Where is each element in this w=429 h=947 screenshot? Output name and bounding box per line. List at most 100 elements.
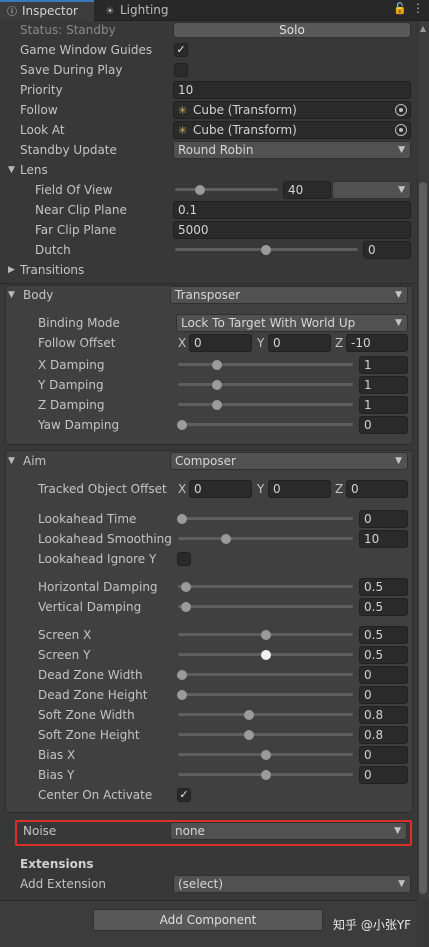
follow-value: Cube (Transform) [193,103,297,117]
soft-zone-width-field[interactable]: 0.8 [359,706,408,724]
screen-x-field[interactable]: 0.5 [359,626,408,644]
lookahead-smoothing-slider-track[interactable] [178,537,353,540]
lookahead-smoothing-slider-thumb[interactable] [221,534,231,544]
add-component-button[interactable]: Add Component [93,909,323,931]
z-damping-slider-thumb[interactable] [212,400,222,410]
dead-zone-height-slider-track[interactable] [178,693,353,696]
body-foldout-arrow-icon[interactable]: ▼ [8,286,15,304]
x-damping-field[interactable]: 1 [359,356,408,374]
yaw-damping-slider-track[interactable] [178,423,353,426]
dead-zone-width-slider-track[interactable] [178,673,353,676]
vertical-damping-field[interactable]: 0.5 [359,598,408,616]
tracked-offset-y-field[interactable]: 0 [268,480,331,498]
fov-mode-dropdown[interactable]: ▼ [332,181,411,199]
dead-zone-width-slider-thumb[interactable] [177,670,187,680]
yaw-damping-field[interactable]: 0 [359,416,408,434]
z-damping-field[interactable]: 1 [359,396,408,414]
lens-label[interactable]: Lens [20,161,48,179]
aim-dropdown[interactable]: Composer ▼ [170,452,408,470]
dutch-slider-thumb[interactable] [261,245,271,255]
lookahead-ignore-y-checkbox[interactable] [177,552,191,566]
lookahead-time-field[interactable]: 0 [359,510,408,528]
look-at-object-field[interactable]: ✳ Cube (Transform) [173,121,411,139]
add-extension-dropdown[interactable]: (select) ▼ [173,875,411,893]
noise-dropdown[interactable]: none ▼ [170,822,407,840]
dead-zone-width-field[interactable]: 0 [359,666,408,684]
follow-offset-z-field[interactable]: -10 [346,334,408,352]
lookahead-time-slider-thumb[interactable] [177,514,187,524]
x-damping-slider-thumb[interactable] [212,360,222,370]
soft-zone-width-slider-thumb[interactable] [244,710,254,720]
center-on-activate-checkbox[interactable]: ✓ [177,788,191,802]
kebab-menu-icon[interactable]: ⋮ [412,1,424,15]
y-damping-slider-thumb[interactable] [212,380,222,390]
object-picker-icon[interactable] [395,124,407,136]
scroll-up-arrow-icon[interactable]: ▲ [418,24,428,33]
z-damping-slider-track[interactable] [178,403,353,406]
priority-field[interactable]: 10 [173,81,411,99]
body-dropdown[interactable]: Transposer ▼ [170,286,408,304]
bias-y-field[interactable]: 0 [359,766,408,784]
aim-label[interactable]: Aim [23,452,46,470]
y-damping-field[interactable]: 1 [359,376,408,394]
game-window-guides-checkbox[interactable]: ✓ [174,43,188,57]
scrollbar-thumb[interactable] [419,182,427,894]
chevron-down-icon: ▼ [398,185,405,195]
dead-zone-height-field[interactable]: 0 [359,686,408,704]
vertical-damping-slider-track[interactable] [178,605,353,608]
tracked-offset-z-field[interactable]: 0 [346,480,408,498]
watermark: 知乎 @小张YF [333,918,412,932]
save-during-play-checkbox[interactable] [174,63,188,77]
bias-x-slider-thumb[interactable] [261,750,271,760]
object-picker-icon[interactable] [395,104,407,116]
standby-update-dropdown[interactable]: Round Robin ▼ [173,141,411,159]
follow-offset-y-field[interactable]: 0 [268,334,331,352]
near-clip-label: Near Clip Plane [35,203,127,217]
fov-slider-track[interactable] [175,188,278,191]
fov-field[interactable]: 40 [283,181,331,199]
horizontal-damping-slider-track[interactable] [178,585,353,588]
screen-x-slider-thumb[interactable] [261,630,271,640]
add-extension-label: Add Extension [20,877,106,891]
y-damping-slider-track[interactable] [178,383,353,386]
yaw-damping-slider-thumb[interactable] [177,420,187,430]
bias-x-field[interactable]: 0 [359,746,408,764]
lookahead-time-slider-track[interactable] [178,517,353,520]
soft-zone-width-slider-track[interactable] [178,713,353,716]
far-clip-field[interactable]: 5000 [173,221,411,239]
standby-update-value: Round Robin [178,143,254,157]
horizontal-damping-field[interactable]: 0.5 [359,578,408,596]
transform-icon: ✳ [178,104,188,117]
tab-inspector[interactable]: ⓘ Inspector [0,0,94,21]
lookahead-smoothing-field[interactable]: 10 [359,530,408,548]
bias-y-label: Bias Y [38,768,75,782]
tracked-offset-x-field[interactable]: 0 [189,480,252,498]
binding-mode-dropdown[interactable]: Lock To Target With World Up ▼ [176,314,408,332]
tab-lighting[interactable]: ☀ Lighting [98,0,208,21]
bias-y-slider-thumb[interactable] [261,770,271,780]
follow-offset-x-field[interactable]: 0 [189,334,252,352]
soft-zone-height-slider-thumb[interactable] [244,730,254,740]
body-label[interactable]: Body [23,286,53,304]
vertical-damping-slider-thumb[interactable] [181,602,191,612]
near-clip-field[interactable]: 0.1 [173,201,411,219]
solo-button[interactable]: Solo [173,22,411,38]
fov-slider-thumb[interactable] [195,185,205,195]
checkmark-icon: ✓ [179,788,189,801]
dead-zone-height-slider-thumb[interactable] [177,690,187,700]
soft-zone-height-field[interactable]: 0.8 [359,726,408,744]
horizontal-damping-slider-thumb[interactable] [181,582,191,592]
aim-foldout-arrow-icon[interactable]: ▼ [8,452,15,470]
screen-y-slider-thumb[interactable] [261,650,271,660]
lighting-icon: ☀ [105,6,115,17]
screen-y-field[interactable]: 0.5 [359,646,408,664]
transitions-label[interactable]: Transitions [20,261,84,279]
lens-foldout-arrow-icon[interactable]: ▼ [8,161,15,179]
dutch-field[interactable]: 0 [363,241,411,259]
transitions-foldout-arrow-icon[interactable]: ▶ [8,261,15,279]
soft-zone-height-slider-track[interactable] [178,733,353,736]
horizontal-damping-label: Horizontal Damping [38,580,158,594]
follow-object-field[interactable]: ✳ Cube (Transform) [173,101,411,119]
x-damping-slider-track[interactable] [178,363,353,366]
lock-icon[interactable]: 🔓 [393,2,407,15]
